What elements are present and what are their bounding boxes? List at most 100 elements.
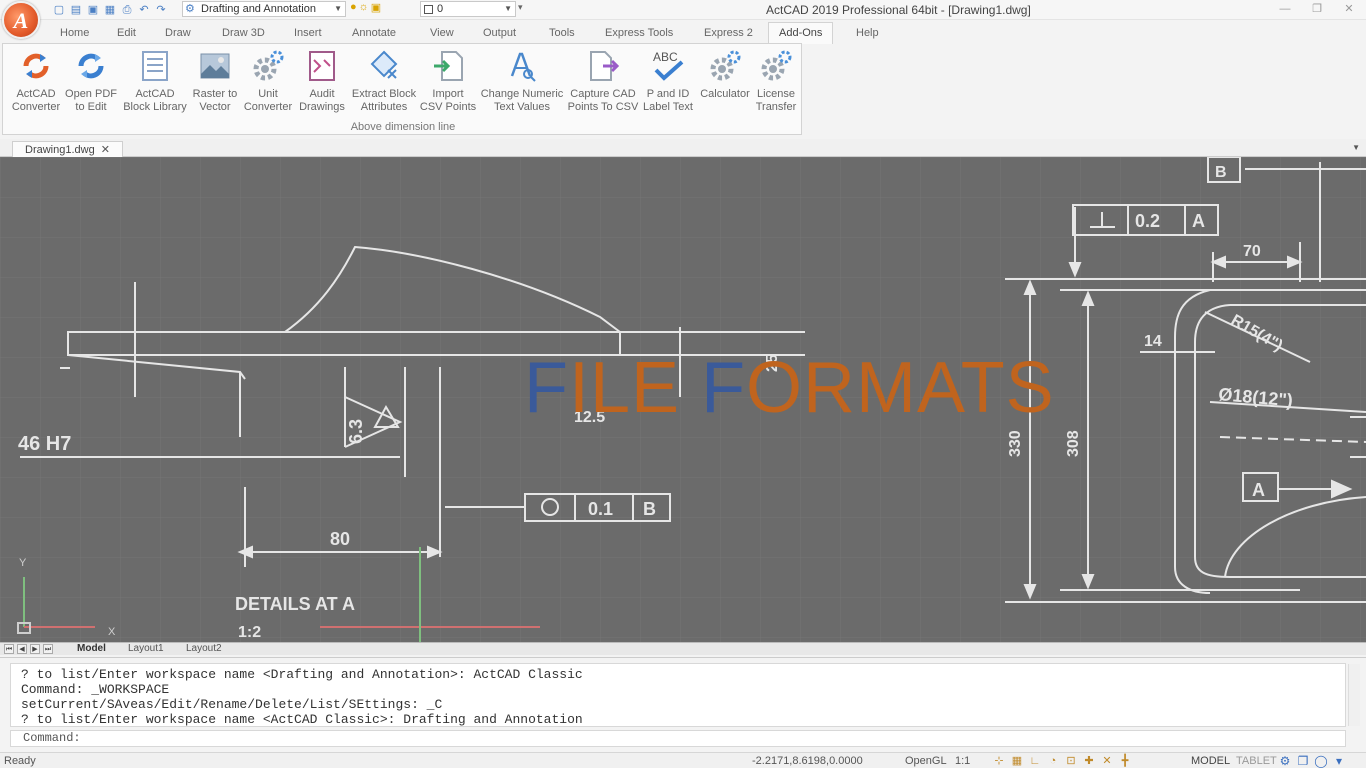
polar-icon[interactable]: ◔ xyxy=(1046,754,1060,768)
sync-icon xyxy=(18,48,54,84)
command-input[interactable]: Command: xyxy=(10,730,1346,747)
calculator-button[interactable]: Calculator xyxy=(697,48,753,101)
tab-home[interactable]: Home xyxy=(60,27,89,39)
model-toggle[interactable]: MODEL xyxy=(1191,755,1230,767)
tab-layout2[interactable]: Layout2 xyxy=(186,643,222,654)
lock-icon[interactable]: ▣ xyxy=(371,1,381,14)
fit-label: 46 H7 xyxy=(18,433,71,455)
tab-tools[interactable]: Tools xyxy=(549,27,575,39)
tab-draw[interactable]: Draw xyxy=(165,27,191,39)
layer-select[interactable]: 0 ▼ xyxy=(420,1,516,17)
prev-layout-icon[interactable]: ◀ xyxy=(17,644,27,654)
ribbon-button-label: CSV Points xyxy=(419,101,477,113)
last-layout-icon[interactable]: ⏭ xyxy=(43,644,53,654)
customize-icon[interactable]: ▾ xyxy=(1332,754,1346,768)
lineweight-icon[interactable]: ✕ xyxy=(1100,754,1114,768)
block-library-button[interactable]: ActCAD Block Library xyxy=(121,48,189,114)
first-layout-icon[interactable]: ⏮ xyxy=(4,644,14,654)
next-layout-icon[interactable]: ▶ xyxy=(30,644,40,654)
raster-to-vector-button[interactable]: Raster to Vector xyxy=(188,48,242,114)
drawing-canvas[interactable]: 46 H7 6.3 80 12.5 25 DETAILS AT A 1:2 0.… xyxy=(0,157,1366,642)
abc-check-icon: ABC xyxy=(650,48,686,84)
save-as-icon[interactable]: ▦ xyxy=(103,3,117,17)
command-scrollbar[interactable] xyxy=(1348,664,1360,726)
workspace-select[interactable]: ⚙ Drafting and Annotation ▼ xyxy=(182,1,346,17)
change-numeric-text-values-button[interactable]: Change Numeric Text Values xyxy=(479,48,565,114)
settings-icon[interactable]: ⚙ xyxy=(1278,754,1292,768)
lightbulb-icon[interactable]: ● xyxy=(350,1,357,14)
unit-converter-button[interactable]: Unit Converter xyxy=(241,48,295,114)
raster-icon xyxy=(197,48,233,84)
ribbon-button-label: Points To CSV xyxy=(567,101,639,113)
close-icon[interactable]: ✕ xyxy=(101,144,110,156)
tab-add-ons[interactable]: Add-Ons xyxy=(768,22,834,44)
ribbon-tabs: Home Edit Draw Draw 3D Insert Annotate V… xyxy=(0,22,1366,44)
tab-edit[interactable]: Edit xyxy=(117,27,136,39)
grid-icon[interactable]: ▦ xyxy=(1010,754,1024,768)
actcad-converter-button[interactable]: ActCAD Converter xyxy=(7,48,65,114)
roughness-label: 6.3 xyxy=(346,419,366,444)
render-mode[interactable]: OpenGL xyxy=(905,755,947,767)
clean-screen-icon[interactable]: ◯ xyxy=(1314,754,1328,768)
tolerance-flatness-value: 0.1 xyxy=(588,499,613,519)
layer-value: 0 xyxy=(437,3,444,15)
p-and-id-label-text-button[interactable]: ABC P and ID Label Text xyxy=(639,48,697,114)
ortho-icon[interactable]: ∟ xyxy=(1028,754,1042,768)
esnap-icon[interactable]: ⊡ xyxy=(1064,754,1078,768)
tab-help[interactable]: Help xyxy=(856,27,879,39)
tab-express-2[interactable]: Express 2 xyxy=(704,27,753,39)
chevron-down-icon[interactable]: ▼ xyxy=(1352,143,1360,152)
tab-insert[interactable]: Insert xyxy=(294,27,322,39)
ribbon-button-label: P and ID xyxy=(646,88,690,100)
print-icon[interactable]: ⎙ xyxy=(120,3,134,17)
tab-model[interactable]: Model xyxy=(77,643,106,654)
license-transfer-button[interactable]: License Transfer xyxy=(751,48,801,114)
open-file-icon[interactable]: ▤ xyxy=(69,3,83,17)
tablet-toggle[interactable]: TABLET xyxy=(1236,755,1277,767)
tab-view[interactable]: View xyxy=(430,27,454,39)
extract-block-attributes-button[interactable]: Extract Block Attributes xyxy=(349,48,419,114)
customize-toolbar-icon[interactable]: ▾ xyxy=(518,2,523,13)
command-history-line: setCurrent/SAveas/Edit/Rename/Delete/Lis… xyxy=(21,697,443,712)
workspace-icon[interactable]: ❐ xyxy=(1296,754,1310,768)
ribbon-button-label: Block Library xyxy=(123,101,187,113)
library-icon xyxy=(137,48,173,84)
close-icon[interactable]: ✕ xyxy=(1340,0,1358,18)
restore-icon[interactable]: ❐ xyxy=(1308,0,1326,18)
open-pdf-to-edit-button[interactable]: Open PDF to Edit xyxy=(63,48,119,114)
annotation-scale[interactable]: 1:1 xyxy=(955,755,970,767)
export-icon xyxy=(585,48,621,84)
document-tab[interactable]: Drawing1.dwg ✕ xyxy=(12,141,123,157)
undo-icon[interactable]: ↶ xyxy=(137,3,151,17)
command-history-line: Command: _WORKSPACE xyxy=(21,682,170,697)
text-search-icon xyxy=(504,48,540,84)
document-tab-label: Drawing1.dwg xyxy=(25,144,95,156)
redo-icon[interactable]: ↷ xyxy=(154,3,168,17)
title-bar: ▢ ▤ ▣ ▦ ⎙ ↶ ↷ ⚙ Drafting and Annotation … xyxy=(0,0,1366,20)
quick-input-icon[interactable]: ╋ xyxy=(1118,754,1132,768)
minimize-icon[interactable]: — xyxy=(1276,0,1294,18)
sun-icon[interactable]: ☼ xyxy=(359,1,369,14)
chevron-down-icon: ▼ xyxy=(504,4,512,13)
app-menu-button[interactable]: A xyxy=(2,1,40,39)
layer-color-swatch xyxy=(424,5,433,14)
drafting-settings-icons: ⊹ ▦ ∟ ◔ ⊡ ✚ ✕ ╋ xyxy=(992,754,1132,768)
new-file-icon[interactable]: ▢ xyxy=(52,3,66,17)
audit-drawings-button[interactable]: Audit Drawings xyxy=(295,48,349,114)
window-title: ActCAD 2019 Professional 64bit - [Drawin… xyxy=(766,3,1031,17)
tolerance-perp-value: 0.2 xyxy=(1135,211,1160,231)
ribbon-button-label: Vector xyxy=(199,101,231,113)
save-icon[interactable]: ▣ xyxy=(86,3,100,17)
etrack-icon[interactable]: ✚ xyxy=(1082,754,1096,768)
tab-layout1[interactable]: Layout1 xyxy=(128,643,164,654)
snap-icon[interactable]: ⊹ xyxy=(992,754,1006,768)
tab-express-tools[interactable]: Express Tools xyxy=(605,27,673,39)
import-csv-points-button[interactable]: Import CSV Points xyxy=(417,48,479,114)
tab-output[interactable]: Output xyxy=(483,27,516,39)
tab-draw-3d[interactable]: Draw 3D xyxy=(222,27,265,39)
panel-caption: Above dimension line xyxy=(350,121,456,133)
gear-icon: ⚙ xyxy=(185,3,195,15)
capture-cad-points-button[interactable]: Capture CAD Points To CSV xyxy=(567,48,639,114)
svg-text:ABC: ABC xyxy=(653,50,678,64)
tab-annotate[interactable]: Annotate xyxy=(352,27,396,39)
